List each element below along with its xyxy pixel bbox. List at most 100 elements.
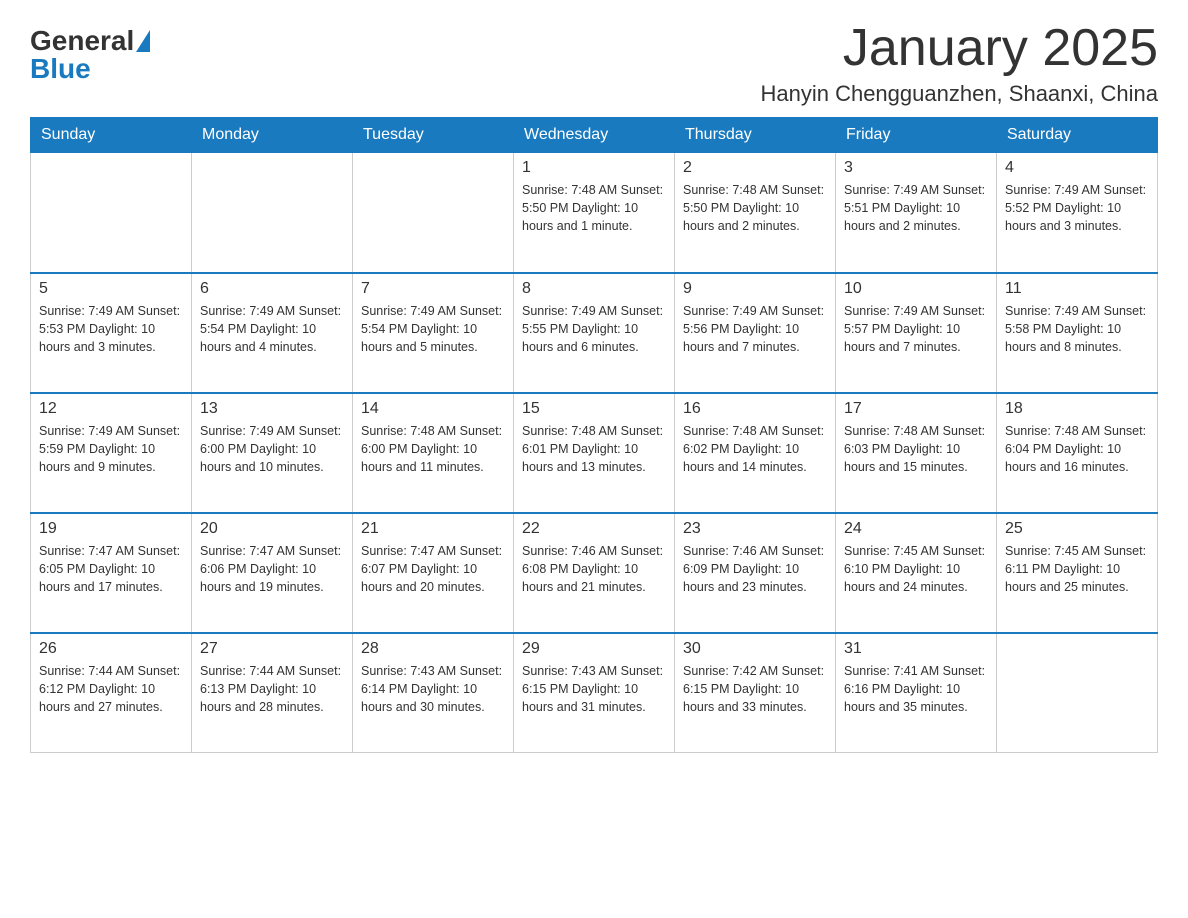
day-info: Sunrise: 7:42 AM Sunset: 6:15 PM Dayligh… <box>683 662 827 716</box>
calendar-day-cell: 13Sunrise: 7:49 AM Sunset: 6:00 PM Dayli… <box>192 393 353 513</box>
logo-triangle-icon <box>136 30 150 52</box>
day-info: Sunrise: 7:46 AM Sunset: 6:09 PM Dayligh… <box>683 542 827 596</box>
logo-blue-text: Blue <box>30 53 91 85</box>
day-info: Sunrise: 7:48 AM Sunset: 6:04 PM Dayligh… <box>1005 422 1149 476</box>
calendar-week-row: 26Sunrise: 7:44 AM Sunset: 6:12 PM Dayli… <box>31 633 1158 753</box>
day-number: 25 <box>1005 520 1149 538</box>
day-number: 27 <box>200 640 344 658</box>
day-info: Sunrise: 7:48 AM Sunset: 5:50 PM Dayligh… <box>522 181 666 235</box>
day-info: Sunrise: 7:44 AM Sunset: 6:13 PM Dayligh… <box>200 662 344 716</box>
calendar-day-cell: 3 Sunrise: 7:49 AM Sunset: 5:51 PM Daylig… <box>836 153 997 273</box>
title-area: January 2025 Hanyin Chengguanzhen, Shaan… <box>760 20 1158 107</box>
calendar-day-cell: 27 Sunrise: 7:44 AM Sunset: 6:13 PM Dayli… <box>192 633 353 753</box>
day-info: Sunrise: 7:47 AM Sunset: 6:05 PM Dayligh… <box>39 542 183 596</box>
day-info: Sunrise: 7:47 AM Sunset: 6:06 PM Dayligh… <box>200 542 344 596</box>
day-number: 5 <box>39 280 183 298</box>
day-info: Sunrise: 7:49 AM Sunset: 5:56 PM Dayligh… <box>683 302 827 356</box>
day-number: 4 <box>1005 159 1149 177</box>
day-info: Sunrise: 7:49 AM Sunset: 5:59 PM Dayligh… <box>39 422 183 476</box>
calendar-day-cell: 24 Sunrise: 7:45 AM Sunset: 6:10 PM Dayli… <box>836 513 997 633</box>
calendar-day-cell: 25 Sunrise: 7:45 AM Sunset: 6:11 PM Dayli… <box>997 513 1158 633</box>
day-info: Sunrise: 7:41 AM Sunset: 6:16 PM Dayligh… <box>844 662 988 716</box>
day-info: Sunrise: 7:49 AM Sunset: 5:58 PM Dayligh… <box>1005 302 1149 356</box>
day-number: 19 <box>39 520 183 538</box>
day-info: Sunrise: 7:43 AM Sunset: 6:15 PM Dayligh… <box>522 662 666 716</box>
calendar-week-row: 19 Sunrise: 7:47 AM Sunset: 6:05 PM Dayli… <box>31 513 1158 633</box>
day-info: Sunrise: 7:47 AM Sunset: 6:07 PM Dayligh… <box>361 542 505 596</box>
calendar-day-cell <box>31 153 192 273</box>
day-number: 31 <box>844 640 988 658</box>
calendar-day-cell: 7 Sunrise: 7:49 AM Sunset: 5:54 PM Daylig… <box>353 273 514 393</box>
calendar-header-row: SundayMondayTuesdayWednesdayThursdayFrid… <box>31 118 1158 153</box>
day-number: 6 <box>200 280 344 298</box>
calendar-day-cell: 29 Sunrise: 7:43 AM Sunset: 6:15 PM Dayli… <box>514 633 675 753</box>
day-of-week-header: Tuesday <box>353 118 514 153</box>
page-header: General Blue January 2025 Hanyin Chenggu… <box>30 20 1158 107</box>
day-info: Sunrise: 7:48 AM Sunset: 6:03 PM Dayligh… <box>844 422 988 476</box>
day-number: 24 <box>844 520 988 538</box>
day-number: 22 <box>522 520 666 538</box>
calendar-day-cell: 12 Sunrise: 7:49 AM Sunset: 5:59 PM Dayli… <box>31 393 192 513</box>
day-info: Sunrise: 7:49 AM Sunset: 5:54 PM Dayligh… <box>361 302 505 356</box>
calendar-day-cell: 30Sunrise: 7:42 AM Sunset: 6:15 PM Dayli… <box>675 633 836 753</box>
calendar-day-cell: 14Sunrise: 7:48 AM Sunset: 6:00 PM Dayli… <box>353 393 514 513</box>
calendar-day-cell: 31 Sunrise: 7:41 AM Sunset: 6:16 PM Dayli… <box>836 633 997 753</box>
day-of-week-header: Monday <box>192 118 353 153</box>
day-number: 15 <box>522 400 666 418</box>
day-number: 21 <box>361 520 505 538</box>
day-info: Sunrise: 7:48 AM Sunset: 5:50 PM Dayligh… <box>683 181 827 235</box>
calendar-day-cell: 22 Sunrise: 7:46 AM Sunset: 6:08 PM Dayli… <box>514 513 675 633</box>
month-title: January 2025 <box>760 20 1158 77</box>
day-number: 14 <box>361 400 505 418</box>
calendar-day-cell: 4 Sunrise: 7:49 AM Sunset: 5:52 PM Daylig… <box>997 153 1158 273</box>
calendar-day-cell <box>353 153 514 273</box>
day-info: Sunrise: 7:49 AM Sunset: 5:55 PM Dayligh… <box>522 302 666 356</box>
calendar-day-cell: 18 Sunrise: 7:48 AM Sunset: 6:04 PM Dayli… <box>997 393 1158 513</box>
day-info: Sunrise: 7:43 AM Sunset: 6:14 PM Dayligh… <box>361 662 505 716</box>
day-info: Sunrise: 7:48 AM Sunset: 6:02 PM Dayligh… <box>683 422 827 476</box>
day-number: 17 <box>844 400 988 418</box>
calendar-day-cell: 23 Sunrise: 7:46 AM Sunset: 6:09 PM Dayli… <box>675 513 836 633</box>
day-info: Sunrise: 7:44 AM Sunset: 6:12 PM Dayligh… <box>39 662 183 716</box>
calendar-day-cell <box>192 153 353 273</box>
calendar-table: SundayMondayTuesdayWednesdayThursdayFrid… <box>30 117 1158 753</box>
day-info: Sunrise: 7:49 AM Sunset: 5:57 PM Dayligh… <box>844 302 988 356</box>
day-info: Sunrise: 7:46 AM Sunset: 6:08 PM Dayligh… <box>522 542 666 596</box>
calendar-day-cell: 6 Sunrise: 7:49 AM Sunset: 5:54 PM Daylig… <box>192 273 353 393</box>
day-info: Sunrise: 7:45 AM Sunset: 6:10 PM Dayligh… <box>844 542 988 596</box>
day-number: 18 <box>1005 400 1149 418</box>
calendar-day-cell: 8 Sunrise: 7:49 AM Sunset: 5:55 PM Daylig… <box>514 273 675 393</box>
day-number: 20 <box>200 520 344 538</box>
day-number: 16 <box>683 400 827 418</box>
calendar-day-cell: 11 Sunrise: 7:49 AM Sunset: 5:58 PM Dayli… <box>997 273 1158 393</box>
day-info: Sunrise: 7:49 AM Sunset: 5:53 PM Dayligh… <box>39 302 183 356</box>
logo: General Blue <box>30 20 150 85</box>
calendar-day-cell: 9Sunrise: 7:49 AM Sunset: 5:56 PM Daylig… <box>675 273 836 393</box>
day-info: Sunrise: 7:49 AM Sunset: 6:00 PM Dayligh… <box>200 422 344 476</box>
day-info: Sunrise: 7:45 AM Sunset: 6:11 PM Dayligh… <box>1005 542 1149 596</box>
day-of-week-header: Wednesday <box>514 118 675 153</box>
calendar-day-cell: 16 Sunrise: 7:48 AM Sunset: 6:02 PM Dayli… <box>675 393 836 513</box>
day-info: Sunrise: 7:48 AM Sunset: 6:01 PM Dayligh… <box>522 422 666 476</box>
day-number: 12 <box>39 400 183 418</box>
day-number: 3 <box>844 159 988 177</box>
day-number: 23 <box>683 520 827 538</box>
calendar-day-cell: 1 Sunrise: 7:48 AM Sunset: 5:50 PM Daylig… <box>514 153 675 273</box>
day-info: Sunrise: 7:49 AM Sunset: 5:54 PM Dayligh… <box>200 302 344 356</box>
day-of-week-header: Sunday <box>31 118 192 153</box>
day-number: 1 <box>522 159 666 177</box>
day-info: Sunrise: 7:49 AM Sunset: 5:52 PM Dayligh… <box>1005 181 1149 235</box>
location-title: Hanyin Chengguanzhen, Shaanxi, China <box>760 81 1158 107</box>
calendar-day-cell: 28 Sunrise: 7:43 AM Sunset: 6:14 PM Dayli… <box>353 633 514 753</box>
day-info: Sunrise: 7:49 AM Sunset: 5:51 PM Dayligh… <box>844 181 988 235</box>
day-number: 28 <box>361 640 505 658</box>
day-number: 8 <box>522 280 666 298</box>
day-number: 29 <box>522 640 666 658</box>
calendar-day-cell: 5 Sunrise: 7:49 AM Sunset: 5:53 PM Daylig… <box>31 273 192 393</box>
day-number: 10 <box>844 280 988 298</box>
calendar-day-cell: 19 Sunrise: 7:47 AM Sunset: 6:05 PM Dayli… <box>31 513 192 633</box>
calendar-week-row: 12 Sunrise: 7:49 AM Sunset: 5:59 PM Dayli… <box>31 393 1158 513</box>
day-number: 7 <box>361 280 505 298</box>
calendar-day-cell: 17 Sunrise: 7:48 AM Sunset: 6:03 PM Dayli… <box>836 393 997 513</box>
day-number: 11 <box>1005 280 1149 298</box>
